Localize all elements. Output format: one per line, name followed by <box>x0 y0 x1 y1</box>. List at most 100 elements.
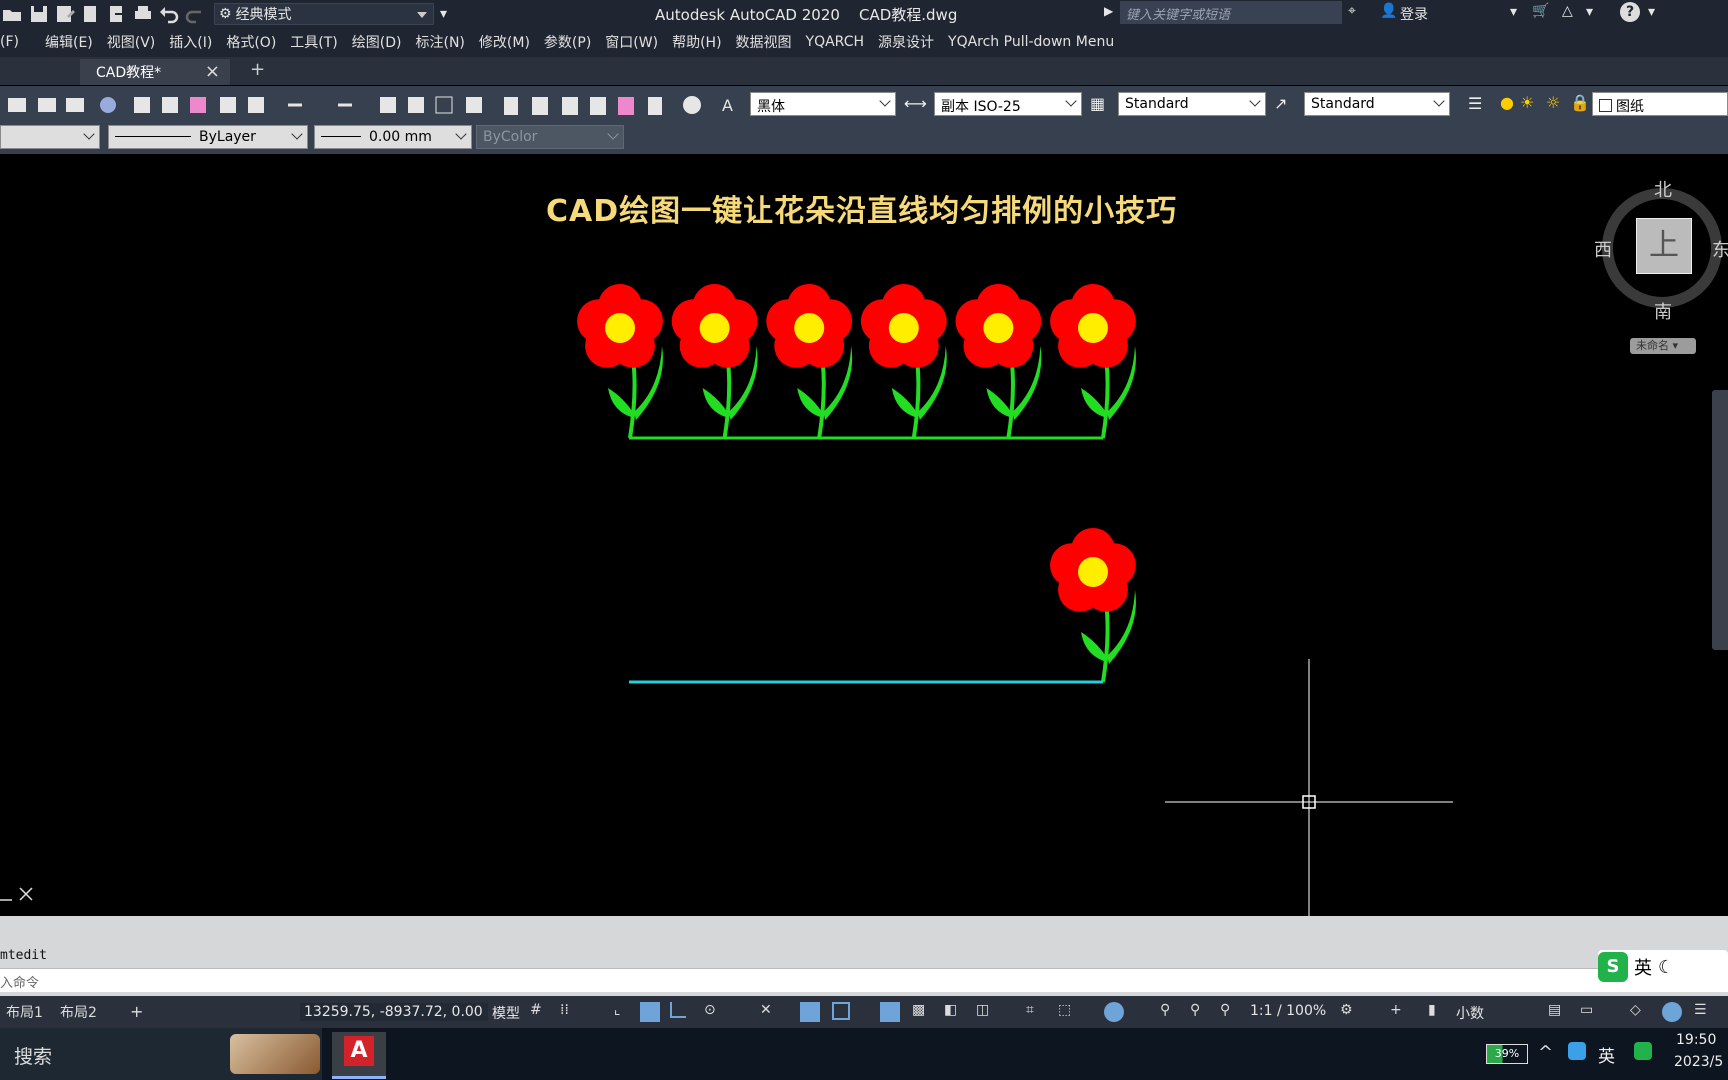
viewcube[interactable]: 上 北 南 西 东 未命名 ▾ <box>1594 180 1728 354</box>
snap-icon[interactable]: ⁞⁞ <box>560 1002 580 1022</box>
units-value[interactable]: 小数 <box>1456 1003 1484 1023</box>
isodraft-icon[interactable]: ✕ <box>760 1002 780 1022</box>
lineweight-icon[interactable] <box>880 1002 900 1022</box>
save-icon[interactable] <box>29 4 49 24</box>
help-icon[interactable]: ? <box>1620 2 1640 22</box>
redo-icon[interactable] <box>185 4 205 24</box>
clock-date[interactable]: 2023/5 <box>1674 1054 1723 1070</box>
match-properties-icon[interactable] <box>220 97 236 113</box>
dynamic-ucs-icon[interactable]: ⌗ <box>1026 1002 1046 1022</box>
block-editor-icon[interactable] <box>248 97 264 113</box>
help-icon[interactable] <box>683 96 701 114</box>
compass-east[interactable]: 东 <box>1712 236 1728 262</box>
auto-scale-icon[interactable]: ⚲ <box>1190 1002 1210 1022</box>
menu-yqarch-pulldown[interactable]: YQArch Pull-down Menu <box>948 34 1114 50</box>
3d-dwf-icon[interactable] <box>100 97 116 113</box>
tab-cad-tutorial[interactable]: CAD教程* × <box>80 59 230 85</box>
color-select[interactable] <box>0 125 100 149</box>
menu-dataview[interactable]: 数据视图 <box>736 32 792 52</box>
dynamic-input-icon[interactable] <box>640 1002 660 1022</box>
arrow-right-icon[interactable]: ▶ <box>1104 4 1113 18</box>
sogou-tray-icon[interactable] <box>1634 1042 1652 1060</box>
isolate-objects-icon[interactable]: ◇ <box>1630 1002 1650 1022</box>
close-icon[interactable]: × <box>205 61 220 82</box>
linetype-select[interactable]: ByLayer <box>108 125 308 149</box>
zoom-previous-icon[interactable] <box>466 97 482 113</box>
chevron-down-icon[interactable]: ▾ <box>1586 4 1593 20</box>
tab-layout2[interactable]: 布局2 <box>54 1000 103 1024</box>
publish-icon[interactable] <box>81 4 101 24</box>
menu-help[interactable]: 帮助(H) <box>672 32 721 52</box>
layer-properties-icon[interactable]: ☰ <box>1468 94 1490 116</box>
lineweight-select[interactable]: 0.00 mm <box>314 125 472 149</box>
a360-icon[interactable]: △ <box>1562 3 1573 19</box>
compass-south[interactable]: 南 <box>1654 298 1672 324</box>
menu-dimension[interactable]: 标注(N) <box>416 32 465 52</box>
zoom-realtime-icon[interactable] <box>408 97 424 113</box>
design-center-icon[interactable] <box>532 97 548 115</box>
grid-icon[interactable]: # <box>530 1002 550 1022</box>
model-button[interactable]: 模型 <box>492 1003 520 1023</box>
ucs-menu[interactable]: 未命名 ▾ <box>1630 338 1696 354</box>
workspace-gear-icon[interactable]: ⚙ <box>1340 1002 1360 1022</box>
chevron-down-icon[interactable]: ▾ <box>1510 4 1517 20</box>
osnap-tracking-icon[interactable] <box>800 1002 820 1022</box>
selection-cycling-icon[interactable]: ◧ <box>944 1002 964 1022</box>
plot-icon[interactable] <box>8 98 26 112</box>
qq-icon[interactable] <box>1568 1042 1586 1060</box>
properties-icon[interactable] <box>504 97 518 115</box>
undo-icon[interactable] <box>159 4 179 24</box>
customize-qat-icon[interactable]: ▾ <box>440 6 447 22</box>
menu-insert[interactable]: 插入(I) <box>169 32 212 52</box>
copy-icon[interactable] <box>162 97 178 113</box>
annotation-visibility-icon[interactable]: ⚲ <box>1160 1002 1180 1022</box>
tool-palettes-icon[interactable] <box>562 97 578 115</box>
units-icon[interactable]: ▮ <box>1428 1002 1448 1022</box>
publish-icon[interactable] <box>66 98 84 112</box>
coordinates-readout[interactable]: 13259.75, -8937.72, 0.00 <box>300 1003 488 1021</box>
customization-icon[interactable]: ☰ <box>1694 1002 1714 1022</box>
chevron-up-icon[interactable]: ^ <box>1538 1042 1553 1063</box>
pan-icon[interactable] <box>380 97 396 113</box>
user-icon[interactable]: 👤 <box>1380 3 1397 19</box>
calculator-icon[interactable] <box>648 97 662 115</box>
quick-properties-icon[interactable]: ▤ <box>1548 1002 1568 1022</box>
clock-time[interactable]: 19:50 <box>1676 1032 1716 1048</box>
command-input[interactable]: 入命令 <box>0 972 39 991</box>
3d-osnap-icon[interactable]: ◫ <box>976 1002 996 1022</box>
text-style-select[interactable]: 黑体 <box>750 92 896 116</box>
dim-style-icon[interactable]: ⟷ <box>904 94 927 116</box>
layer-select[interactable]: 图纸 <box>1592 92 1728 116</box>
zoom-window-icon[interactable] <box>435 96 453 114</box>
workspace-select[interactable]: ⚙ 经典模式 <box>214 2 434 25</box>
light-bulb-icon[interactable]: ● <box>1500 93 1522 115</box>
menu-tools[interactable]: 工具(T) <box>290 32 337 52</box>
add-layout-button[interactable]: + <box>124 1000 149 1023</box>
graphics-performance-icon[interactable] <box>1662 1002 1682 1022</box>
menu-modify[interactable]: 修改(M) <box>479 32 530 52</box>
menu-view[interactable]: 视图(V) <box>107 32 156 52</box>
menu-yuanquan[interactable]: 源泉设计 <box>878 32 934 52</box>
menu-edit[interactable]: 编辑(E) <box>45 32 93 52</box>
open-icon[interactable] <box>3 4 23 24</box>
single-flower[interactable] <box>1050 528 1136 683</box>
tab-layout1[interactable]: 布局1 <box>0 1000 49 1024</box>
menu-draw[interactable]: 绘图(D) <box>352 32 402 52</box>
viewcube-face-top[interactable]: 上 <box>1636 218 1692 274</box>
infer-icon[interactable]: ⌞ <box>614 1002 634 1022</box>
battery-indicator[interactable]: 39% <box>1486 1044 1528 1064</box>
mleader-style-icon[interactable]: ↗ <box>1274 94 1296 116</box>
print-icon[interactable] <box>133 4 153 24</box>
login-button[interactable]: 登录 <box>1400 4 1428 24</box>
transparency-icon[interactable]: ▩ <box>912 1002 932 1022</box>
lock-icon[interactable]: 🔒 <box>1570 93 1592 115</box>
binoculars-icon[interactable]: ⌖ <box>1348 3 1356 19</box>
export-icon[interactable] <box>107 4 127 24</box>
freeze-icon[interactable]: ☼ <box>1546 93 1568 115</box>
sogou-ime-toolbar[interactable]: S 英 ☾ <box>1598 950 1728 984</box>
menu-parametric[interactable]: 参数(P) <box>544 32 591 52</box>
menu-window[interactable]: 窗口(W) <box>605 32 658 52</box>
autocad-taskbar-icon[interactable]: A <box>332 1032 386 1079</box>
save-as-icon[interactable] <box>55 4 75 24</box>
compass-west[interactable]: 西 <box>1594 236 1612 262</box>
